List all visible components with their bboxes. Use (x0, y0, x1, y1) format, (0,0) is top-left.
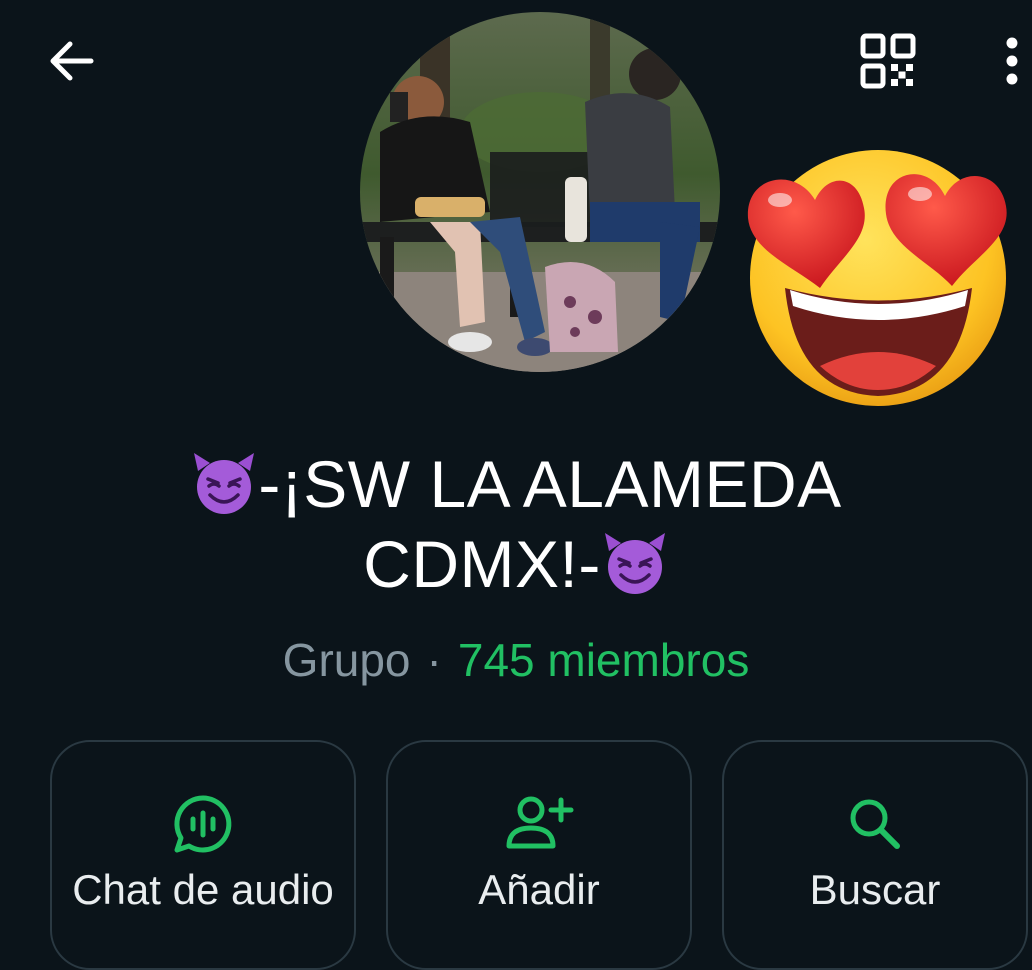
qr-code-button[interactable] (852, 28, 924, 94)
arrow-left-icon (50, 41, 94, 81)
add-person-icon (506, 796, 574, 849)
smiling-devil-emoji (194, 453, 255, 514)
heart-eyes-emoji (747, 150, 1007, 406)
audio-chat-label: Chat de audio (72, 866, 334, 913)
more-options-button[interactable] (990, 28, 1032, 94)
smiling-devil-emoji (604, 533, 665, 594)
group-name-line1: -¡SW LA ALAMEDA (258, 447, 842, 521)
qr-code-icon (860, 33, 916, 89)
group-name: -¡SW LA ALAMEDA CDMX!- (80, 444, 952, 604)
heart-eyes-sticker (740, 138, 1030, 418)
more-vertical-icon (1006, 37, 1018, 85)
meta-separator: · (426, 634, 442, 686)
group-avatar[interactable] (360, 12, 720, 372)
back-button[interactable] (38, 28, 104, 94)
group-meta: Grupo · 745 miembros (0, 628, 1032, 692)
group-type: Grupo (282, 634, 411, 686)
add-label: Añadir (478, 866, 600, 913)
group-name-line2: CDMX!- (363, 527, 601, 601)
group-photo (360, 12, 720, 372)
members-count-link[interactable]: 745 miembros (458, 634, 749, 686)
audio-chat-icon (174, 795, 232, 853)
search-icon (850, 799, 900, 849)
audio-chat-button[interactable]: Chat de audio (50, 740, 356, 970)
search-label: Buscar (809, 866, 941, 913)
add-participant-button[interactable]: Añadir (386, 740, 692, 970)
search-button[interactable]: Buscar (722, 740, 1028, 970)
